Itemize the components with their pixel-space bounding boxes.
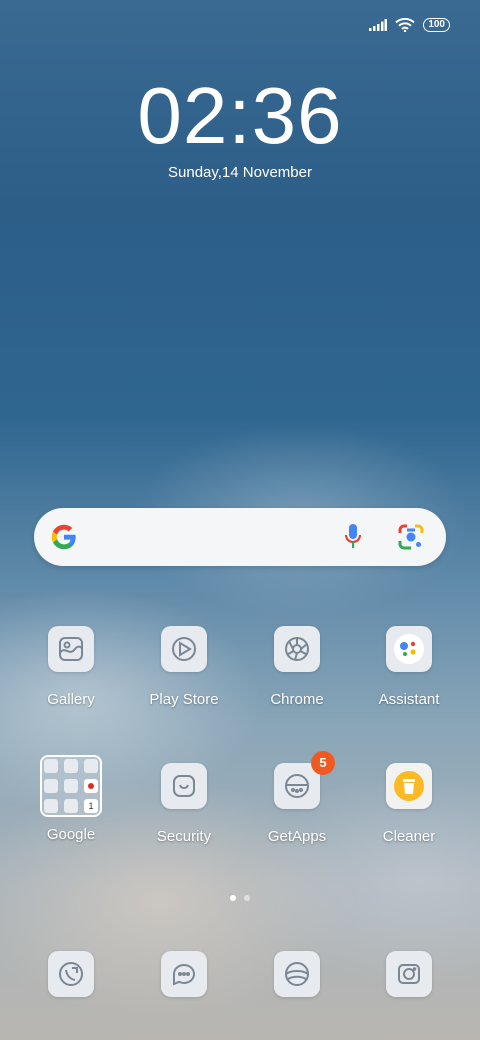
app-gallery[interactable]: Gallery [21, 626, 121, 708]
app-play-store[interactable]: Play Store [134, 626, 234, 708]
app-assistant[interactable]: Assistant [359, 626, 459, 708]
dock-camera[interactable] [359, 951, 459, 997]
assistant-icon [386, 626, 432, 672]
page-indicator[interactable] [0, 895, 480, 901]
folder-google[interactable]: 1 Google [21, 755, 121, 843]
mic-icon[interactable] [344, 522, 362, 552]
page-dot[interactable] [244, 895, 250, 901]
dock-phone[interactable] [21, 951, 121, 997]
date-text[interactable]: Sunday,14 November [0, 164, 480, 181]
signal-icon [369, 19, 388, 31]
app-security[interactable]: Security [134, 763, 234, 845]
dock-messages[interactable] [134, 951, 234, 997]
notification-badge: 5 [311, 751, 335, 775]
camera-icon [386, 951, 432, 997]
app-label: Cleaner [382, 828, 436, 845]
status-bar: 100 [369, 18, 450, 32]
app-label: GetApps [267, 828, 327, 845]
app-getapps[interactable]: 5 GetApps [247, 751, 347, 845]
google-lens-icon[interactable] [398, 523, 424, 551]
app-label: Security [156, 828, 212, 845]
cleaner-icon [386, 763, 432, 809]
dock-browser[interactable] [247, 951, 347, 997]
gallery-icon [48, 626, 94, 672]
app-label: Google [46, 826, 96, 843]
app-label: Chrome [270, 691, 324, 708]
app-chrome[interactable]: Chrome [247, 626, 347, 708]
page-dot-active[interactable] [230, 895, 236, 901]
wifi-icon [395, 18, 416, 32]
app-label: Play Store [149, 691, 219, 708]
clock-time[interactable]: 02:36 [0, 70, 480, 162]
app-label: Assistant [378, 691, 440, 708]
folder-icon: 1 [40, 755, 102, 817]
app-cleaner[interactable]: Cleaner [359, 763, 459, 845]
phone-icon [48, 951, 94, 997]
messages-icon [161, 951, 207, 997]
browser-icon [274, 951, 320, 997]
play-store-icon [161, 626, 207, 672]
battery-indicator: 100 [423, 18, 450, 32]
chrome-icon [274, 626, 320, 672]
google-search-bar[interactable] [34, 508, 446, 566]
security-icon [161, 763, 207, 809]
app-label: Gallery [47, 691, 95, 708]
google-g-icon [51, 524, 76, 550]
